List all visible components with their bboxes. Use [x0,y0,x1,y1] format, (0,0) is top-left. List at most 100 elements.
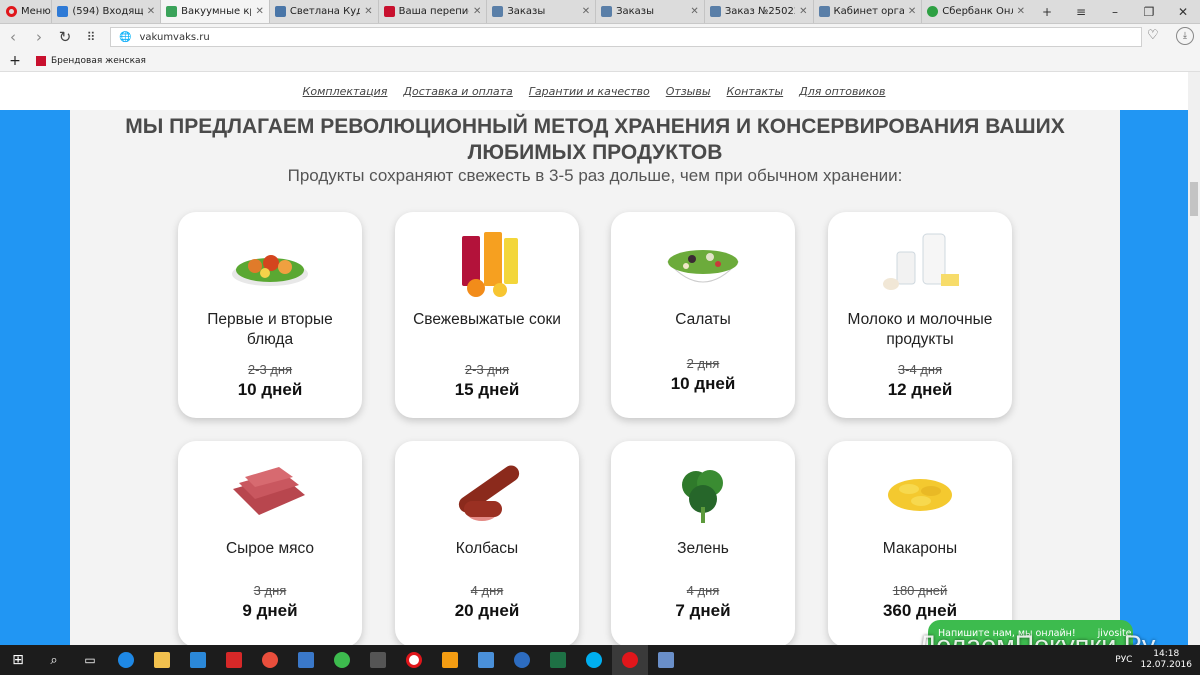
sberbank-favicon-icon [927,6,939,17]
minimize-icon[interactable]: – [1098,5,1132,19]
close-tab-icon[interactable]: ✕ [690,6,698,17]
forward-icon[interactable]: › [26,28,52,46]
orders-favicon-icon [818,6,830,17]
card-old-term: 3-4 дня [897,362,943,377]
close-tab-icon[interactable]: ✕ [582,6,590,17]
vk-favicon-icon [274,6,286,17]
card-new-term: 10 дней [237,380,303,399]
card-new-term: 15 дней [454,380,520,399]
card-title: Макароны [882,540,958,557]
speed-dial-icon[interactable]: ⠿ [78,30,104,44]
page-scrollbar[interactable] [1188,72,1200,645]
explorer-icon[interactable] [144,645,180,675]
browser-tab[interactable]: Кабинет организ✕ [812,0,922,23]
reload-icon[interactable]: ↻ [52,28,78,46]
browser-tab[interactable]: Заказ №25022 |✕ [703,0,813,23]
task-view-icon[interactable]: ▭ [72,645,108,675]
url-text: vakumvaks.ru [139,31,210,43]
tab-menu-icon[interactable]: ≡ [1064,5,1098,19]
sausage-icon [458,465,520,521]
page-subheadline: Продукты сохраняют свежесть в 3-5 раз до… [287,166,903,185]
keyboard-language[interactable]: РУС [1115,655,1132,665]
url-field[interactable]: 🌐 vakumvaks.ru [110,27,1142,47]
nav-link-reviews[interactable]: Отзывы [666,85,711,98]
close-tab-icon[interactable]: ✕ [147,6,155,17]
clock[interactable]: 14:18 12.07.2016 [1140,649,1192,671]
yandex-icon[interactable] [396,645,432,675]
search-icon[interactable]: ⌕ [36,645,72,675]
scrollbar-thumb[interactable] [1190,182,1198,216]
bookmark-favicon-icon [36,55,46,66]
card-old-term: 4 дня [686,583,720,598]
download-icon[interactable]: ⤓ [1176,27,1194,45]
page-viewport: Комплектация Доставка и оплата Гарантии … [0,72,1188,645]
orders-favicon-icon [709,6,721,17]
app-blue-icon[interactable] [288,645,324,675]
card-new-term: 20 дней [454,601,520,620]
add-bookmark-icon[interactable]: + [0,53,30,69]
meat-icon [233,467,305,515]
mail-favicon-icon [57,6,69,17]
close-tab-icon[interactable]: ✕ [1017,6,1025,17]
browser-tab[interactable]: Ваша переписка✕ [377,0,487,23]
skype-icon[interactable] [576,645,612,675]
app-network-icon[interactable] [468,645,504,675]
close-tab-icon[interactable]: ✕ [908,6,916,17]
product-card: Зелень 4 дня 7 дней [611,441,795,645]
card-title: Зелень [677,540,729,557]
bookmark-heart-icon[interactable]: ♡ [1147,28,1159,43]
restore-icon[interactable]: ❐ [1132,5,1166,19]
salad-bowl-icon [666,250,740,283]
card-new-term: 7 дней [675,601,731,620]
card-title: Колбасы [455,540,519,557]
app-image-icon[interactable] [648,645,684,675]
back-icon[interactable]: ‹ [0,28,26,46]
site-favicon-icon [166,6,178,17]
app-moon-icon[interactable] [504,645,540,675]
edge-icon[interactable] [108,645,144,675]
app-red-icon[interactable] [216,645,252,675]
salad-plate-icon [232,255,308,286]
app-orange-icon[interactable] [432,645,468,675]
content-area: МЫ ПРЕДЛАГАЕМ РЕВОЛЮЦИОННЫЙ МЕТОД ХРАНЕН… [70,110,1120,645]
card-new-term: 360 дней [882,601,958,620]
nav-link-wholesale[interactable]: Для оптовиков [799,85,885,98]
system-tray: РУС 14:18 12.07.2016 [1115,645,1192,675]
opera-taskbar-icon[interactable] [612,645,648,675]
card-title: Сырое мясо [225,540,315,557]
close-tab-icon[interactable]: ✕ [255,6,263,17]
product-card: Макароны 180 дней 360 дней [828,441,1012,645]
close-tab-icon[interactable]: ✕ [799,6,807,17]
browser-tab-strip: Меню (594) Входящие✕ Вакуумные крышки✕ С… [0,0,1200,24]
site-navigation: Комплектация Доставка и оплата Гарантии … [0,72,1188,110]
nav-link-kit[interactable]: Комплектация [303,85,388,98]
card-old-term: 2-3 дня [247,362,293,377]
close-tab-icon[interactable]: ✕ [364,6,372,17]
browser-tab[interactable]: Сбербанк Онлайн✕ [921,0,1030,23]
new-tab-icon[interactable]: + [1030,5,1064,19]
opera-logo-icon [6,6,17,17]
bookmark-item[interactable]: Брендовая женская [51,56,146,66]
pasta-icon [888,479,952,511]
card-old-term: 2 дня [686,356,720,371]
app-chat-icon[interactable] [252,645,288,675]
browser-tab[interactable]: Заказы ✕ [486,0,595,23]
product-card: Сырое мясо 3 дня 9 дней [178,441,362,645]
windows-start-icon[interactable]: ⊞ [0,645,36,675]
product-card: Первые и вторые блюда 2-3 дня 10 дней [178,212,362,418]
nav-link-delivery[interactable]: Доставка и оплата [403,85,512,98]
app-green-icon[interactable] [324,645,360,675]
close-window-icon[interactable]: ✕ [1166,5,1200,19]
browser-tab[interactable]: Светлана Кудинова✕ [268,0,378,23]
excel-icon[interactable] [540,645,576,675]
browser-tab-active[interactable]: Вакуумные крышки✕ [160,0,269,23]
calculator-icon[interactable] [360,645,396,675]
store-icon[interactable] [180,645,216,675]
browser-tab[interactable]: (594) Входящие✕ [51,0,160,23]
nav-link-contacts[interactable]: Контакты [727,85,784,98]
opera-menu-button[interactable]: Меню [0,0,51,23]
browser-tab[interactable]: Заказы ✕ [595,0,704,23]
windows-taskbar: ⊞ ⌕ ▭ РУС 14:18 12.07.2016 [0,645,1200,675]
nav-link-warranty[interactable]: Гарантии и качество [529,85,650,98]
close-tab-icon[interactable]: ✕ [473,6,481,17]
